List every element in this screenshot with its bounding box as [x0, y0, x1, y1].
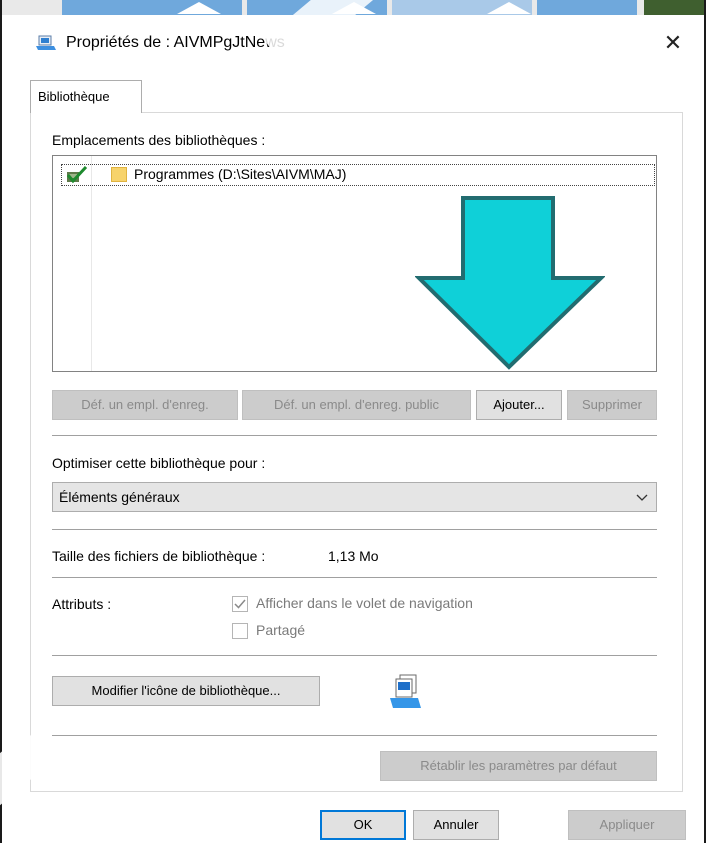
list-item[interactable]: Programmes (D:\Sites\AIVM\MAJ): [61, 164, 655, 186]
restore-defaults-button[interactable]: Rétablir les paramètres par défaut: [380, 751, 657, 781]
size-value: 1,13 Mo: [328, 548, 379, 564]
locations-label: Emplacements des bibliothèques :: [52, 132, 266, 148]
divider: [52, 577, 657, 578]
cancel-button[interactable]: Annuler: [413, 810, 499, 840]
tab-library-label: Bibliothèque: [38, 89, 110, 104]
ok-button[interactable]: OK: [320, 810, 406, 840]
location-path: Programmes (D:\Sites\AIVM\MAJ): [134, 166, 347, 182]
frame-right-border: [704, 0, 706, 843]
set-public-save-location-button[interactable]: Déf. un empl. d'enreg. public: [242, 390, 471, 420]
set-save-location-button[interactable]: Déf. un empl. d'enreg.: [52, 390, 238, 420]
tab-library[interactable]: Bibliothèque: [30, 80, 142, 113]
annotation-arrow-icon: [415, 196, 605, 370]
remove-location-button[interactable]: Supprimer: [567, 390, 657, 420]
attributes-label: Attributs :: [52, 596, 112, 612]
optimize-label: Optimiser cette bibliothèque pour :: [52, 455, 266, 471]
optimize-selected-value: Éléments généraux: [59, 489, 180, 505]
folder-icon: [111, 167, 127, 182]
shared-checkbox[interactable]: [232, 623, 248, 639]
close-icon: ✕: [663, 30, 683, 55]
optimize-select[interactable]: Éléments généraux: [52, 482, 657, 512]
show-in-nav-label: Afficher dans le volet de navigation: [256, 595, 473, 611]
size-label: Taille des fichiers de bibliothèque :: [52, 548, 266, 564]
library-icon: [36, 35, 56, 50]
divider: [52, 655, 657, 656]
apply-button[interactable]: Appliquer: [568, 810, 686, 840]
divider: [52, 735, 657, 736]
change-library-icon-button[interactable]: Modifier l'icône de bibliothèque...: [52, 676, 320, 706]
show-in-nav-checkbox[interactable]: [232, 596, 248, 612]
close-button[interactable]: ✕: [656, 28, 690, 58]
chevron-down-icon: [636, 494, 648, 501]
library-preview-icon: [390, 674, 421, 708]
frame-left-border: [0, 0, 2, 843]
title-bar: Propriétés de : AIVMPgJtNews ✕: [2, 20, 704, 64]
divider: [52, 435, 657, 436]
divider: [52, 529, 657, 530]
add-location-button[interactable]: Ajouter...: [476, 390, 562, 420]
checkmark-icon: [234, 599, 246, 609]
shared-label: Partagé: [256, 622, 306, 638]
window-title: Propriétés de : AIVMPgJtNews: [66, 34, 285, 51]
default-save-check-icon: [66, 166, 88, 184]
